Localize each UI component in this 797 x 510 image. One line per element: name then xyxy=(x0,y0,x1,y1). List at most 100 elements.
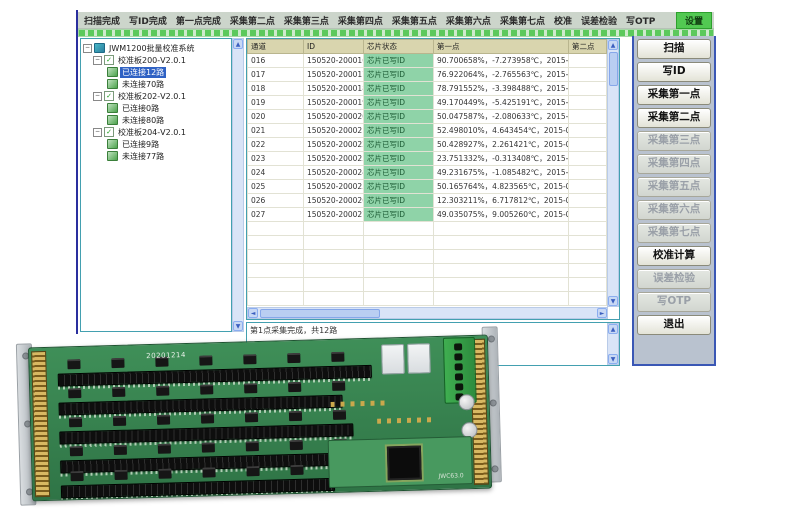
soic-chip xyxy=(157,414,170,424)
tree-leaf-row[interactable]: 已连接0路 xyxy=(81,102,231,114)
tree-board-row[interactable]: −✓校准板202-V2.0.1 xyxy=(81,90,231,102)
tree-expander-icon[interactable]: − xyxy=(83,44,92,53)
table-row[interactable]: 016150520-200016芯片已写ID90.700658%，-7.2739… xyxy=(248,54,607,68)
checkbox-icon[interactable]: ✓ xyxy=(104,127,114,137)
checkbox-icon[interactable]: ✓ xyxy=(104,91,114,101)
action-button[interactable]: 扫描 xyxy=(637,39,711,59)
table-row[interactable]: 025150520-200025芯片已写ID50.165764%，4.82356… xyxy=(248,180,607,194)
menu-item[interactable]: 采集第四点 xyxy=(334,13,387,28)
cell-channel: 016 xyxy=(248,54,304,68)
action-button[interactable]: 校准计算 xyxy=(637,246,711,266)
menu-item[interactable]: 校准 xyxy=(550,13,576,28)
table-row[interactable]: 022150520-200022芯片已写ID50.428927%，2.26142… xyxy=(248,138,607,152)
channel-group-icon xyxy=(107,115,118,125)
action-button[interactable]: 采集第五点 xyxy=(637,177,711,197)
log-scrollbar[interactable]: ▲ ▼ xyxy=(607,323,619,365)
cell-chip-status: 芯片已写ID xyxy=(364,82,434,96)
scroll-up-icon[interactable]: ▲ xyxy=(608,324,618,334)
menu-item[interactable]: 采集第六点 xyxy=(442,13,495,28)
menu-item[interactable]: 设置 xyxy=(676,12,712,29)
menu-item[interactable]: 扫描完成 xyxy=(80,13,124,28)
action-button[interactable]: 采集第四点 xyxy=(637,154,711,174)
tree-board-row[interactable]: −✓校准板200-V2.0.1 xyxy=(81,54,231,66)
action-button[interactable]: 采集第七点 xyxy=(637,223,711,243)
relay xyxy=(381,344,405,375)
soic-chip xyxy=(245,412,258,422)
tree-leaf-row[interactable]: 未连接70路 xyxy=(81,78,231,90)
table-row-empty xyxy=(248,250,607,264)
cell-channel: 025 xyxy=(248,180,304,194)
column-header[interactable]: 芯片状态 xyxy=(364,40,434,54)
column-header[interactable]: 第二点 xyxy=(569,40,607,54)
pcb-board: JWC63.0 20201214 xyxy=(28,335,492,502)
action-button[interactable]: 采集第六点 xyxy=(637,200,711,220)
menu-item[interactable]: 采集第三点 xyxy=(280,13,333,28)
action-button[interactable]: 误差检验 xyxy=(637,269,711,289)
scrollbar-thumb[interactable] xyxy=(609,52,618,86)
cell-empty xyxy=(364,264,434,278)
tree-scrollbar[interactable]: ▲ ▼ xyxy=(232,38,244,332)
cell-empty xyxy=(569,250,607,264)
menu-item[interactable]: 采集第二点 xyxy=(226,13,279,28)
table-hscrollbar[interactable]: ◄ ► xyxy=(247,307,608,319)
soic-chip xyxy=(112,387,125,397)
column-header[interactable]: 第一点 xyxy=(434,40,569,54)
tree-expander-icon[interactable]: − xyxy=(93,128,102,137)
table-row[interactable]: 024150520-200024芯片已写ID49.231675%，-1.0854… xyxy=(248,166,607,180)
table-row[interactable]: 017150520-200017芯片已写ID76.922064%，-2.7655… xyxy=(248,68,607,82)
tree-board-row[interactable]: −✓校准板204-V2.0.1 xyxy=(81,126,231,138)
scroll-right-icon[interactable]: ► xyxy=(597,308,607,318)
cell-point2 xyxy=(569,194,607,208)
cell-empty xyxy=(248,278,304,292)
mcu-chip xyxy=(387,445,422,480)
menu-item[interactable]: 第一点完成 xyxy=(172,13,225,28)
tree-expander-icon[interactable]: − xyxy=(93,92,102,101)
menu-item[interactable]: 采集第五点 xyxy=(388,13,441,28)
scroll-left-icon[interactable]: ◄ xyxy=(248,308,258,318)
tree-root-row[interactable]: −JWM1200批量校准系统 xyxy=(81,42,231,54)
soic-chip xyxy=(67,359,80,369)
cell-channel: 020 xyxy=(248,110,304,124)
checkbox-icon[interactable]: ✓ xyxy=(104,55,114,65)
channel-group-icon xyxy=(107,139,118,149)
table-row[interactable]: 023150520-200023芯片已写ID23.751332%，-0.3134… xyxy=(248,152,607,166)
action-button[interactable]: 采集第三点 xyxy=(637,131,711,151)
action-button[interactable]: 退出 xyxy=(637,315,711,335)
column-header[interactable]: 通道 xyxy=(248,40,304,54)
scroll-up-icon[interactable]: ▲ xyxy=(608,40,618,50)
cell-channel: 022 xyxy=(248,138,304,152)
column-header[interactable]: ID xyxy=(304,40,364,54)
scrollbar-thumb[interactable] xyxy=(260,309,380,318)
scroll-up-icon[interactable]: ▲ xyxy=(233,39,243,49)
table-row[interactable]: 019150520-200019芯片已写ID49.170449%，-5.4251… xyxy=(248,96,607,110)
action-button[interactable]: 写OTP xyxy=(637,292,711,312)
menu-item[interactable]: 写ID完成 xyxy=(125,13,171,28)
table-row[interactable]: 021150520-200021芯片已写ID52.498010%，4.64345… xyxy=(248,124,607,138)
table-row[interactable]: 026150520-200026芯片已写ID12.303211%，6.71781… xyxy=(248,194,607,208)
cell-empty xyxy=(304,250,364,264)
channel-group-label: 已连接12路 xyxy=(120,67,166,78)
tree-leaf-row[interactable]: 未连接77路 xyxy=(81,150,231,162)
cell-chip-status: 芯片已写ID xyxy=(364,208,434,222)
table-row[interactable]: 027150520-200027芯片已写ID49.035075%，9.00526… xyxy=(248,208,607,222)
tree-leaf-row[interactable]: 已连接12路 xyxy=(81,66,231,78)
tree-leaf-row[interactable]: 未连接80路 xyxy=(81,114,231,126)
menu-item[interactable]: 误差检验 xyxy=(577,13,621,28)
action-button[interactable]: 采集第一点 xyxy=(637,85,711,105)
cell-channel: 027 xyxy=(248,208,304,222)
soic-chip xyxy=(243,354,256,364)
menu-item[interactable]: 写OTP xyxy=(622,13,659,28)
cell-empty xyxy=(434,264,569,278)
menu-item[interactable]: 采集第七点 xyxy=(496,13,549,28)
scroll-down-icon[interactable]: ▼ xyxy=(608,354,618,364)
tree-expander-icon[interactable]: − xyxy=(93,56,102,65)
table-vscrollbar[interactable]: ▲ ▼ xyxy=(607,39,619,307)
scroll-down-icon[interactable]: ▼ xyxy=(233,321,243,331)
action-button[interactable]: 采集第二点 xyxy=(637,108,711,128)
soic-chip xyxy=(290,465,303,475)
table-row[interactable]: 018150520-200018芯片已写ID78.791552%，-3.3984… xyxy=(248,82,607,96)
action-button[interactable]: 写ID xyxy=(637,62,711,82)
scroll-down-icon[interactable]: ▼ xyxy=(608,296,618,306)
tree-leaf-row[interactable]: 已连接9路 xyxy=(81,138,231,150)
table-row[interactable]: 020150520-200020芯片已写ID50.047587%，-2.0806… xyxy=(248,110,607,124)
